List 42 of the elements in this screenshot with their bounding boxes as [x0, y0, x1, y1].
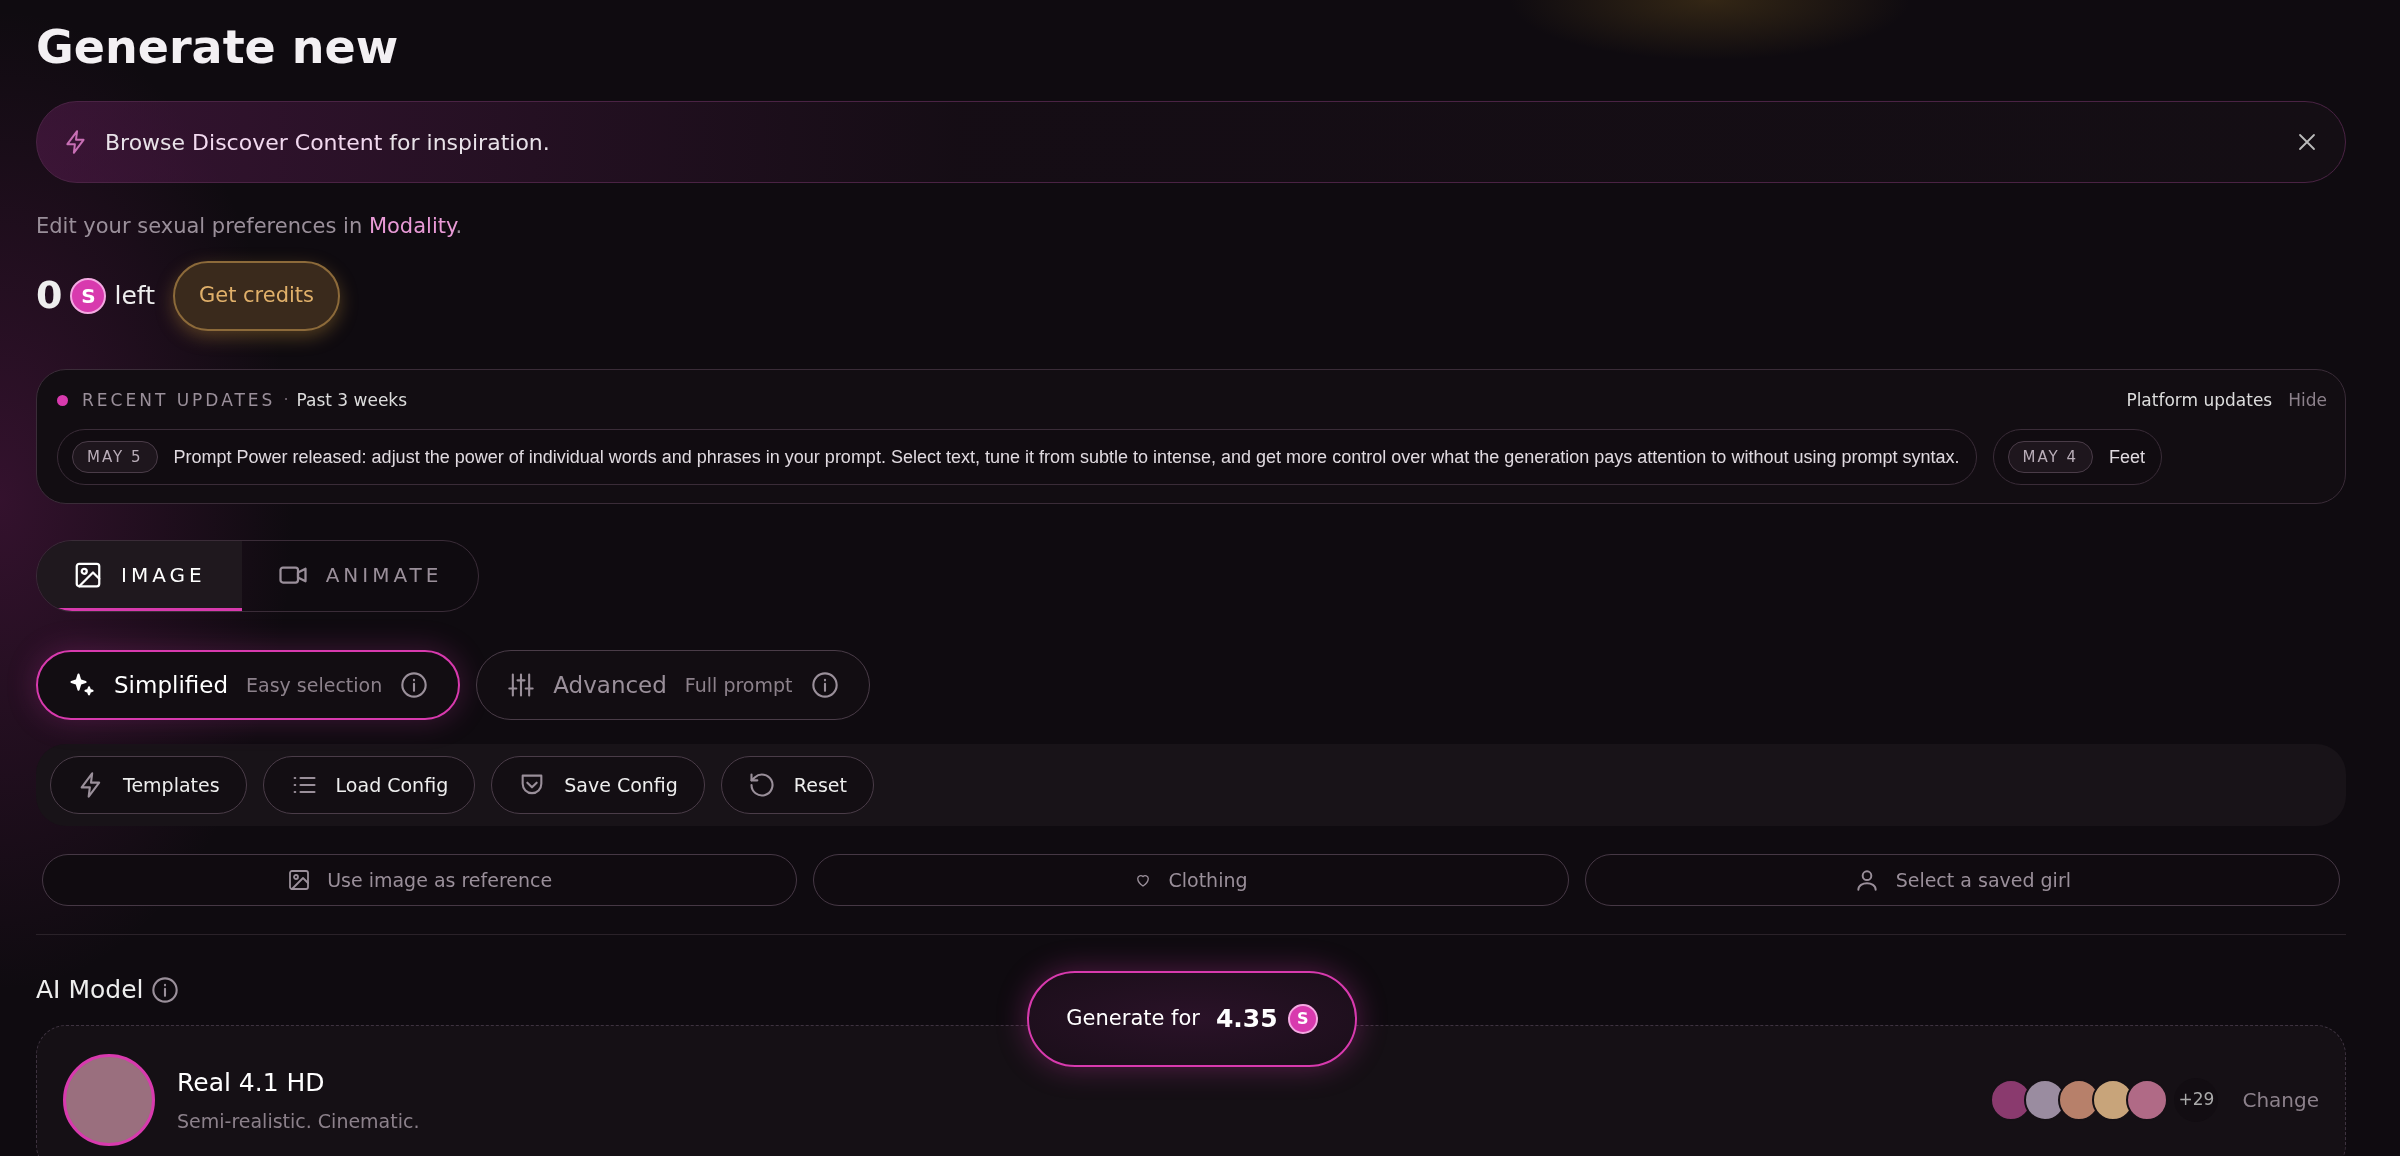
more-count: +29 — [2174, 1077, 2219, 1122]
date-tag: MAY 5 — [72, 440, 158, 474]
status-dot-icon — [57, 394, 68, 406]
coin-icon: S — [70, 277, 107, 314]
separator-dot: · — [283, 389, 289, 412]
credits-left-label: left — [114, 279, 155, 312]
update-text: Feet — [2109, 445, 2146, 469]
date-tag: MAY 4 — [2007, 440, 2093, 474]
hide-link[interactable]: Hide — [2288, 387, 2327, 414]
modality-link[interactable]: Modality — [368, 214, 456, 239]
updates-title: RECENT UPDATES — [82, 388, 276, 412]
prompt-mode-button[interactable]: Simplified Easy selection — [36, 650, 461, 721]
update-text: Prompt Power released: adjust the power of individual words and phrases in your prompt. Select text, tune it from subtle to intense, and get more control over what the generation pays attention to without using prompt syntax. — [173, 445, 1960, 469]
updates-period: Past 3 weeks — [296, 388, 408, 412]
change-link[interactable]: Change — [2242, 1084, 2319, 1115]
reset-icon — [747, 771, 776, 800]
preferences-text: Edit your sexual preferences in Modality. — [36, 213, 464, 241]
prompt-mode-button[interactable]: Advanced Full prompt — [476, 650, 870, 721]
update-item[interactable]: MAY 4 Feet — [1992, 429, 2163, 486]
banner-text: Browse Discover Content for inspiration. — [105, 128, 551, 157]
model-description: Semi-realistic. Cinematic. — [177, 1109, 421, 1135]
credit-amount: 0 — [36, 272, 63, 320]
option-button[interactable]: Clothing — [813, 854, 1569, 907]
coin-icon: S — [1287, 1004, 1318, 1035]
generate-button[interactable]: Generate for 4.35 S — [1027, 971, 1357, 1068]
info-icon — [400, 671, 429, 700]
model-name: Real 4.1 HD — [177, 1066, 326, 1099]
option-button[interactable]: Select a saved girl — [1584, 854, 2340, 907]
get-credits-button[interactable]: Get credits — [172, 260, 341, 331]
option-button[interactable]: Use image as reference — [42, 854, 798, 907]
media-tab[interactable]: IMAGE — [37, 541, 242, 612]
section-title: AI Model — [36, 974, 144, 1007]
info-icon — [810, 671, 839, 700]
toolbar-button[interactable]: Save Config — [491, 756, 705, 815]
toolbar-button[interactable]: Reset — [720, 756, 874, 815]
media-tab[interactable]: ANIMATE — [241, 541, 479, 612]
toolbar-button[interactable]: Templates — [50, 756, 247, 815]
platform-updates-label: Platform updates — [2126, 388, 2273, 412]
info-icon[interactable] — [151, 975, 180, 1004]
image-icon — [287, 868, 312, 893]
page-title: Generate new — [36, 20, 400, 76]
toolbar-button[interactable]: Load Config — [262, 756, 476, 815]
